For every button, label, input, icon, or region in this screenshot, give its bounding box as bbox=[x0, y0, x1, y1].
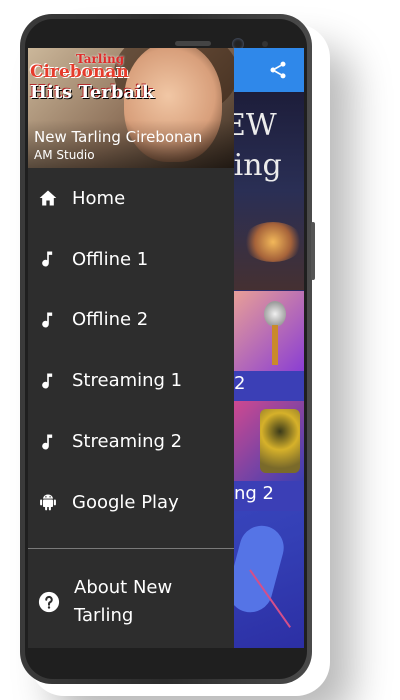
music-note-icon bbox=[42, 251, 53, 267]
drawer-menu: Home Offline 1 Offline 2 Streaming 1 Str… bbox=[28, 168, 234, 533]
menu-item-offline-1[interactable]: Offline 1 bbox=[28, 229, 234, 290]
menu-item-google-play[interactable]: Google Play bbox=[28, 472, 234, 533]
earpiece-speaker bbox=[175, 41, 211, 46]
help-icon bbox=[38, 591, 60, 613]
proximity-sensor bbox=[262, 41, 268, 47]
menu-item-streaming-1[interactable]: Streaming 1 bbox=[28, 350, 234, 411]
navigation-drawer: Tarling Cirebonan Hits Terbaik New Tarli… bbox=[28, 48, 234, 648]
menu-label: Streaming 2 bbox=[72, 431, 183, 453]
drawer-header: Tarling Cirebonan Hits Terbaik New Tarli… bbox=[28, 48, 234, 168]
menu-item-offline-2[interactable]: Offline 2 bbox=[28, 290, 234, 351]
menu-item-about[interactable]: About New Tarling bbox=[28, 560, 234, 644]
about-label: About New Tarling bbox=[74, 577, 173, 626]
menu-label: Offline 1 bbox=[72, 248, 149, 270]
logo-text-line1: Cirebonan bbox=[30, 62, 129, 82]
menu-item-home[interactable]: Home bbox=[28, 168, 234, 229]
tile-caption: ng 2 bbox=[234, 483, 275, 504]
banner-lamp-glow bbox=[243, 222, 303, 262]
header-title: New Tarling Cirebonan bbox=[34, 128, 203, 146]
side-button bbox=[311, 222, 315, 280]
menu-item-streaming-2[interactable]: Streaming 2 bbox=[28, 411, 234, 472]
speaker-icon bbox=[260, 409, 300, 473]
menu-label: Google Play bbox=[72, 491, 179, 513]
share-icon[interactable] bbox=[268, 60, 288, 80]
music-note-icon bbox=[42, 434, 53, 450]
menu-label: Offline 2 bbox=[72, 309, 149, 331]
microphone-icon bbox=[264, 301, 286, 327]
android-icon bbox=[40, 494, 56, 511]
music-note-icon bbox=[42, 373, 53, 389]
menu-label: Home bbox=[72, 187, 126, 209]
logo-text-line2: Hits Terbaik bbox=[30, 82, 155, 103]
header-subtitle: AM Studio bbox=[34, 148, 95, 162]
phone-screen: EW ling 2 ng 2 Tarling Cirebonan Hits Te… bbox=[28, 48, 304, 648]
tile-caption: 2 bbox=[234, 373, 246, 394]
home-icon bbox=[39, 190, 57, 206]
menu-label: Streaming 1 bbox=[72, 370, 183, 392]
microphone-stand bbox=[272, 325, 278, 365]
menu-divider bbox=[28, 548, 234, 549]
music-note-icon bbox=[42, 312, 53, 328]
